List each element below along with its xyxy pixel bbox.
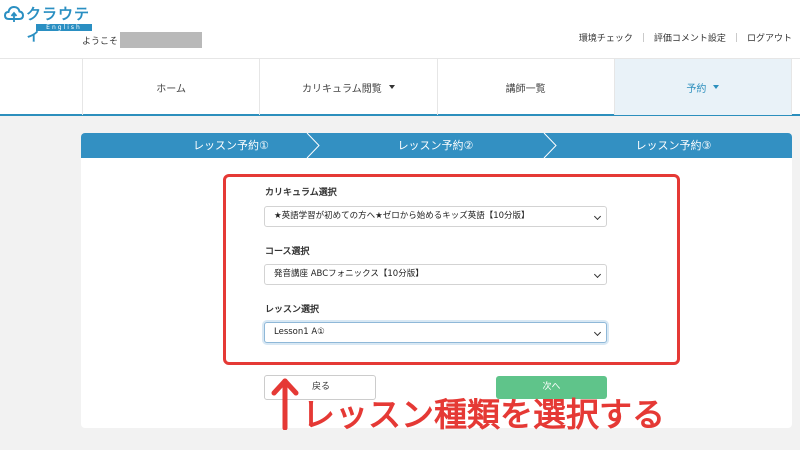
- nav-home[interactable]: ホーム: [82, 59, 259, 115]
- lesson-select[interactable]: Lesson1 A①: [264, 322, 607, 343]
- lesson-select-value: Lesson1 A①: [274, 327, 325, 337]
- nav-teachers-label: 講師一覧: [505, 83, 546, 95]
- chevron-down-icon: [593, 270, 602, 279]
- course-select-value: 発音講座 ABCフォニックス【10分版】: [274, 269, 424, 279]
- logo-subtitle: English: [36, 24, 92, 31]
- env-check-link[interactable]: 環境チェック: [579, 31, 633, 44]
- brand-logo[interactable]: クラウティ English: [4, 3, 94, 44]
- curriculum-label: カリキュラム選択: [265, 188, 337, 198]
- step-3: レッスン予約③: [635, 139, 712, 152]
- chevron-down-icon: [593, 328, 602, 337]
- logout-link[interactable]: ログアウト: [747, 31, 792, 44]
- caret-down-icon: [388, 85, 395, 89]
- nav-curriculum[interactable]: カリキュラム閲覧: [259, 59, 436, 115]
- lesson-label: レッスン選択: [265, 305, 320, 315]
- course-label: コース選択: [265, 247, 310, 257]
- nav-home-label: ホーム: [156, 83, 186, 95]
- welcome-message: ようこそ: [82, 32, 203, 48]
- nav-reservation-label: 予約: [686, 83, 707, 95]
- nav-curriculum-label: カリキュラム閲覧: [302, 83, 382, 95]
- instruction-annotation: レッスン種類を選択する: [302, 395, 665, 434]
- divider: |: [734, 32, 738, 43]
- welcome-prefix: ようこそ: [82, 36, 119, 47]
- chevron-down-icon: [593, 212, 602, 221]
- header-links: 環境チェック | 評価コメント設定 | ログアウト: [579, 31, 792, 45]
- curriculum-select-value: ★英語学習が初めての方へ★ゼロから始めるキッズ英語【10分版】: [274, 211, 530, 221]
- curriculum-select[interactable]: ★英語学習が初めての方へ★ゼロから始めるキッズ英語【10分版】: [264, 206, 607, 227]
- step-2: レッスン予約②: [397, 139, 474, 152]
- main-nav-bar: ホーム カリキュラム閲覧 講師一覧 予約: [0, 58, 800, 116]
- arrow-up-icon: [271, 378, 299, 430]
- username-redacted: [120, 32, 203, 48]
- main-nav: ホーム カリキュラム閲覧 講師一覧 予約: [82, 59, 792, 115]
- evaluation-comment-settings-link[interactable]: 評価コメント設定: [654, 31, 726, 44]
- course-select[interactable]: 発音講座 ABCフォニックス【10分版】: [264, 264, 607, 285]
- nav-teachers[interactable]: 講師一覧: [436, 59, 614, 115]
- step-progress-bar: レッスン予約① レッスン予約② レッスン予約③: [81, 133, 792, 158]
- nav-reservation[interactable]: 予約: [613, 59, 792, 115]
- divider: |: [641, 32, 645, 43]
- caret-down-icon: [713, 85, 720, 89]
- cloud-icon: [4, 5, 24, 22]
